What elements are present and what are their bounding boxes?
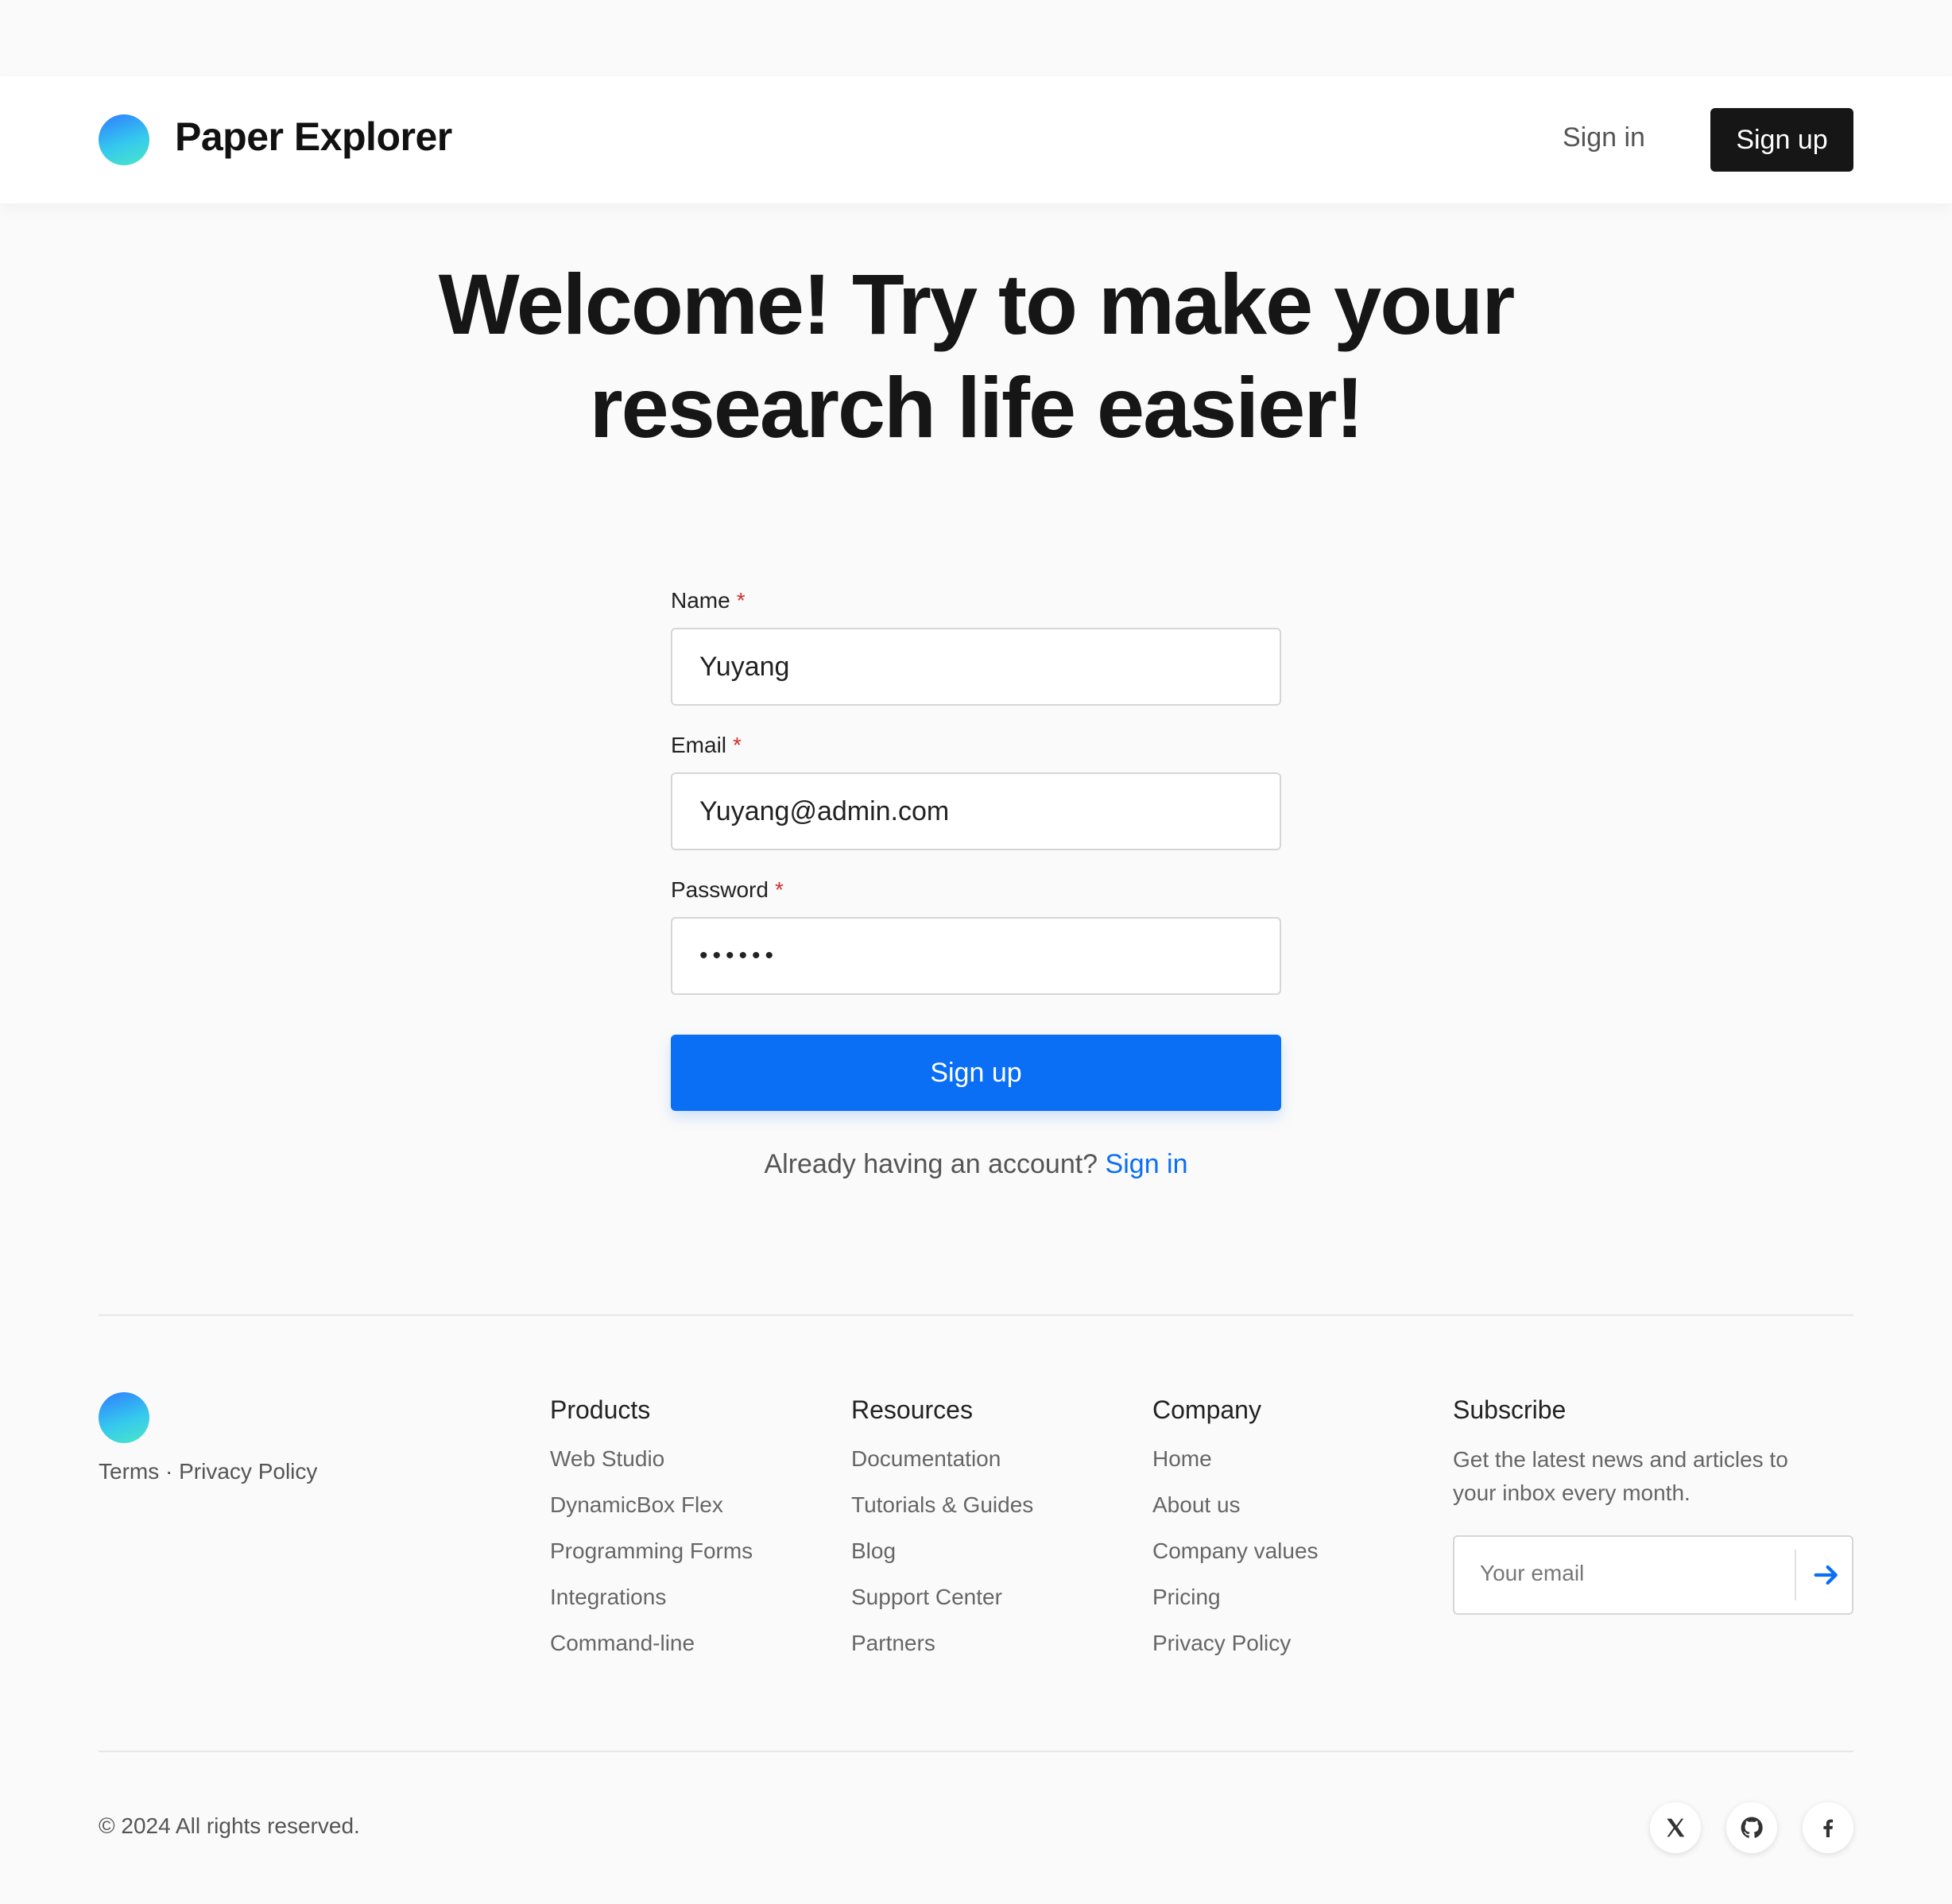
copyright-text: © 2024 All rights reserved. — [99, 1813, 360, 1838]
signin-prompt: Already having an account? Sign in — [671, 1149, 1281, 1180]
arrow-right-icon[interactable] — [1811, 1559, 1842, 1591]
footer-top-divider — [99, 1314, 1853, 1316]
footer-column-products: Products Web Studio DynamicBox Flex Prog… — [550, 1395, 753, 1674]
hero-title-line-2: research life easier! — [589, 359, 1365, 455]
facebook-icon[interactable] — [1803, 1802, 1853, 1853]
signup-page: Paper Explorer Sign in Sign up Welcome! … — [0, 0, 1952, 1904]
footer-link[interactable]: Integrations — [550, 1581, 753, 1627]
footer-subscribe: Subscribe Get the latest news and articl… — [1453, 1395, 1853, 1615]
email-label-text: Email — [671, 733, 727, 757]
subscribe-email-placeholder: Your email — [1480, 1561, 1585, 1585]
footer-link[interactable]: Blog — [851, 1535, 1033, 1581]
footer-column-title: Company — [1152, 1395, 1261, 1424]
required-marker: * — [774, 877, 784, 902]
subscribe-input-divider — [1795, 1550, 1796, 1600]
footer-link[interactable]: Documentation — [851, 1443, 1033, 1489]
github-icon[interactable] — [1726, 1802, 1777, 1853]
signup-submit-button[interactable]: Sign up — [671, 1035, 1281, 1111]
hero-title-line-1: Welcome! Try to make your — [438, 256, 1515, 352]
footer-link[interactable]: Web Studio — [550, 1443, 753, 1489]
name-label: Name * — [671, 588, 746, 613]
footer-column-resources: Resources Documentation Tutorials & Guid… — [851, 1395, 1033, 1674]
footer-link[interactable]: Programming Forms — [550, 1535, 753, 1581]
required-marker: * — [736, 588, 746, 613]
footer-logo[interactable] — [99, 1392, 149, 1443]
subscribe-email-input[interactable]: Your email — [1453, 1535, 1853, 1615]
footer-bottom-divider — [99, 1751, 1853, 1752]
privacy-policy-link[interactable]: Privacy Policy — [179, 1459, 317, 1484]
signin-link[interactable]: Sign in — [1106, 1149, 1188, 1179]
footer-column-company: Company Home About us Company values Pri… — [1152, 1395, 1319, 1674]
top-navbar: Paper Explorer Sign in Sign up — [0, 76, 1952, 203]
brand-logo[interactable] — [99, 114, 149, 165]
name-label-text: Name — [671, 588, 730, 613]
footer-link[interactable]: Partners — [851, 1627, 1033, 1674]
footer-link[interactable]: Pricing — [1152, 1581, 1319, 1627]
name-input[interactable]: Yuyang — [671, 628, 1281, 706]
footer-column-title: Products — [550, 1395, 651, 1424]
legal-separator: · — [159, 1459, 180, 1484]
brand-name[interactable]: Paper Explorer — [175, 114, 452, 160]
footer-link[interactable]: About us — [1152, 1489, 1319, 1535]
footer-legal-links: Terms · Privacy Policy — [99, 1459, 317, 1484]
footer-link[interactable]: Tutorials & Guides — [851, 1489, 1033, 1535]
footer-link[interactable]: Company values — [1152, 1535, 1319, 1581]
email-input[interactable]: Yuyang@admin.com — [671, 772, 1281, 850]
footer-link[interactable]: Command-line — [550, 1627, 753, 1674]
footer-link[interactable]: Home — [1152, 1443, 1319, 1489]
terms-link[interactable]: Terms — [99, 1459, 159, 1484]
footer-link[interactable]: Privacy Policy — [1152, 1627, 1319, 1674]
footer-column-title: Resources — [851, 1395, 973, 1424]
email-label: Email * — [671, 733, 742, 758]
name-input-value: Yuyang — [699, 651, 790, 682]
footer-link[interactable]: Support Center — [851, 1581, 1033, 1627]
header-signin-link[interactable]: Sign in — [1563, 122, 1645, 153]
x-icon[interactable] — [1650, 1802, 1701, 1853]
subscribe-description: Get the latest news and articles to your… — [1453, 1447, 1788, 1505]
password-input[interactable]: •••••• — [671, 917, 1281, 995]
footer-link[interactable]: DynamicBox Flex — [550, 1489, 753, 1535]
signin-prompt-text: Already having an account? — [764, 1149, 1098, 1179]
email-input-value: Yuyang@admin.com — [699, 795, 950, 826]
header-signup-button[interactable]: Sign up — [1710, 108, 1853, 172]
subscribe-title: Subscribe — [1453, 1395, 1567, 1424]
password-label-text: Password — [671, 877, 769, 902]
required-marker: * — [733, 733, 742, 757]
password-label: Password * — [671, 877, 784, 903]
password-input-value: •••••• — [699, 942, 779, 969]
hero-title: Welcome! Try to make your research life … — [181, 253, 1771, 459]
